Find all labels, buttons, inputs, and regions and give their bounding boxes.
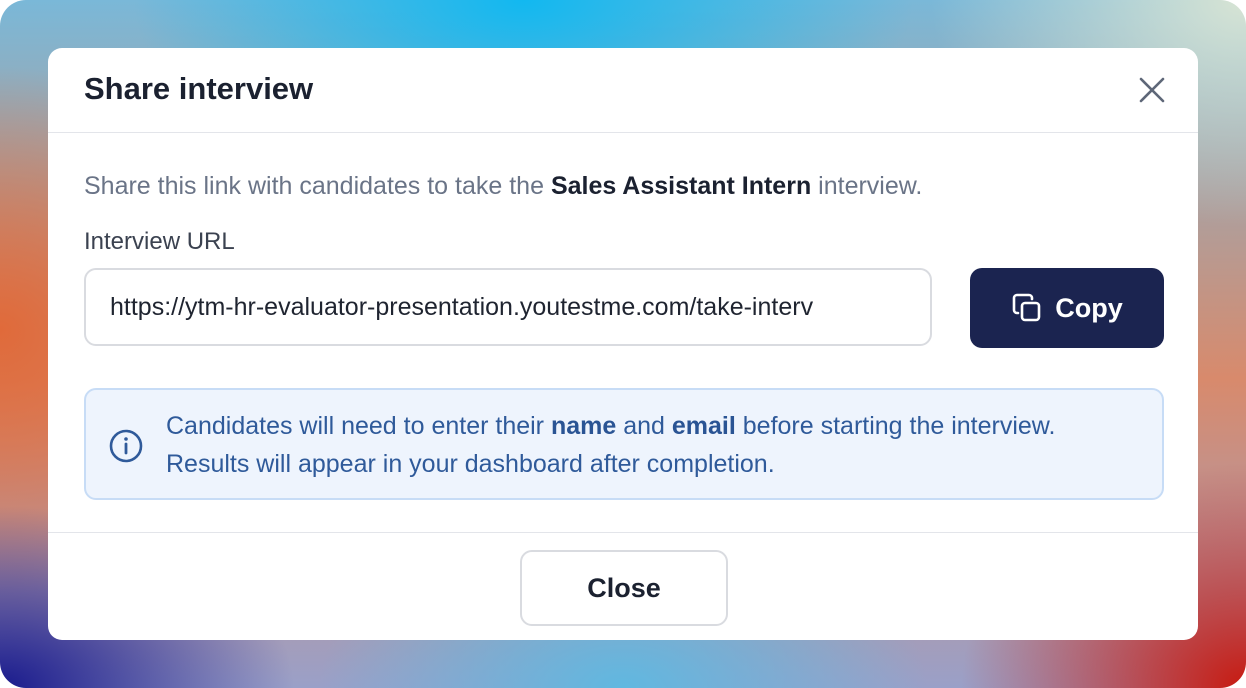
interview-url-field[interactable]	[84, 268, 932, 346]
info-and: and	[616, 412, 672, 440]
share-description: Share this link with candidates to take …	[84, 169, 922, 203]
copy-button-label: Copy	[1055, 292, 1123, 323]
dialog-footer: Close	[48, 532, 1198, 640]
interview-url-label: Interview URL	[84, 228, 235, 255]
copy-icon	[1012, 293, 1041, 322]
info-line-1-start: Candidates will need to enter their	[166, 412, 551, 440]
info-email-emphasis: email	[671, 412, 736, 440]
copy-button[interactable]: Copy	[970, 268, 1164, 348]
info-text: Candidates will need to enter their name…	[166, 407, 1055, 483]
dialog-title: Share interview	[84, 71, 314, 106]
info-line-1-end: before starting the interview.	[735, 412, 1056, 440]
share-interview-dialog: Share interview Share this link with can…	[48, 48, 1198, 640]
description-suffix: interview.	[811, 172, 923, 200]
close-button[interactable]: Close	[520, 550, 728, 626]
dialog-header: Share interview	[48, 48, 1198, 133]
position-name: Sales Assistant Intern	[550, 172, 812, 200]
info-line-1: Candidates will need to enter their name…	[166, 407, 1055, 445]
close-icon	[1139, 77, 1165, 103]
info-name-emphasis: name	[550, 412, 617, 440]
info-icon	[109, 429, 143, 463]
close-dialog-button[interactable]	[1132, 70, 1172, 110]
description-prefix: Share this link with candidates to take …	[84, 172, 551, 200]
info-notice: Candidates will need to enter their name…	[84, 388, 1164, 500]
info-line-2: Results will appear in your dashboard af…	[166, 450, 775, 478]
